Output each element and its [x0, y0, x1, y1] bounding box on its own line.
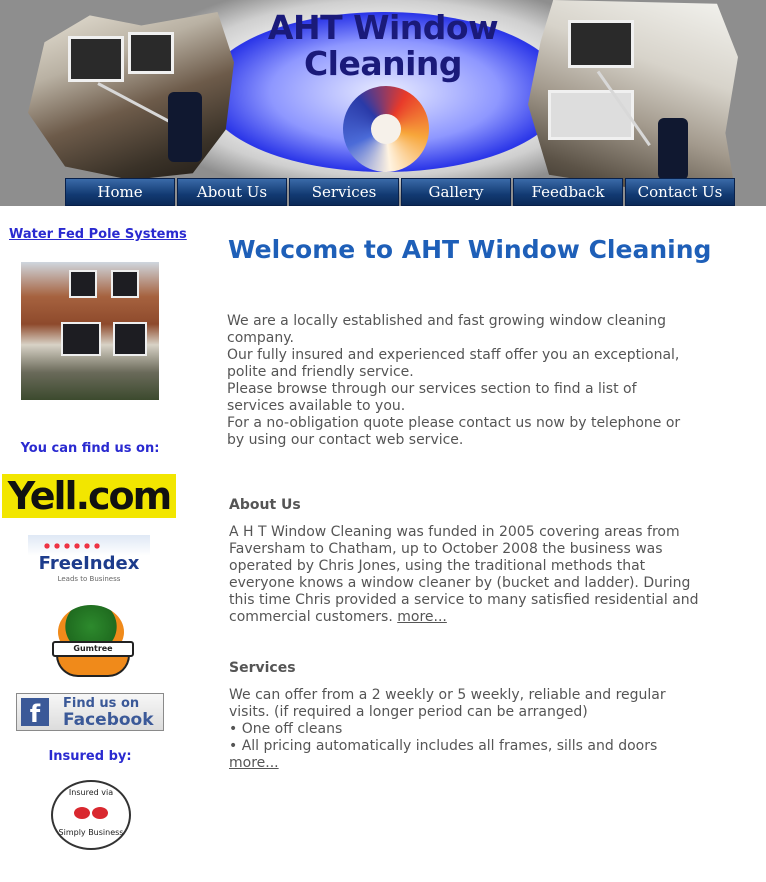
simply-business-seal[interactable]: Insured via Simply Business: [51, 780, 131, 850]
main-nav: Home About Us Services Gallery Feedback …: [65, 178, 735, 206]
photo-window: [69, 270, 97, 298]
intro-line: We are a locally established and fast gr…: [227, 313, 667, 346]
about-body: A H T Window Cleaning was funded in 2005…: [229, 524, 699, 625]
nav-about-us[interactable]: About Us: [177, 178, 287, 206]
intro-text: We are a locally established and fast gr…: [227, 313, 697, 449]
freeindex-logo[interactable]: FreeIndex Leads to Business: [28, 535, 150, 587]
nav-home[interactable]: Home: [65, 178, 175, 206]
yell-logo[interactable]: Yell.com: [2, 474, 176, 518]
water-fed-pole-photo[interactable]: [21, 262, 159, 400]
nav-gallery[interactable]: Gallery: [401, 178, 511, 206]
water-fed-pole-link[interactable]: Water Fed Pole Systems: [9, 227, 187, 242]
about-text: A H T Window Cleaning was funded in 2005…: [229, 524, 699, 626]
services-intro: We can offer from a 2 weekly or 5 weekly…: [229, 687, 666, 720]
insured-heading: Insured by:: [48, 749, 132, 764]
site-title-line1: AHT Window: [267, 8, 499, 47]
nav-contact-us[interactable]: Contact Us: [625, 178, 735, 206]
intro-line: Our fully insured and experienced staff …: [227, 347, 680, 380]
facebook-badge[interactable]: f Find us on Facebook: [16, 693, 164, 731]
about-heading: About Us: [229, 497, 301, 513]
facebook-icon: f: [21, 698, 49, 728]
freeindex-tagline: Leads to Business: [57, 575, 121, 583]
photo-person: [658, 118, 688, 180]
welcome-heading: Welcome to AHT Window Cleaning: [228, 235, 712, 264]
nav-feedback[interactable]: Feedback: [513, 178, 623, 206]
photo-garage-door: [548, 90, 634, 140]
facebook-line2: Facebook: [63, 710, 154, 730]
facebook-line1: Find us on: [63, 696, 140, 711]
photo-window: [61, 322, 101, 356]
header-banner: AHT Window Cleaning: [0, 0, 766, 206]
seal-mark-icon: [53, 804, 129, 823]
services-bullet: • One off cleans: [229, 721, 343, 737]
freeindex-name: FreeIndex: [38, 553, 140, 574]
swirl-logo-icon: [343, 86, 429, 172]
site-title-line2: Cleaning: [303, 44, 463, 83]
gumtree-logo[interactable]: Gumtree: [48, 605, 134, 677]
gumtree-name: Gumtree: [52, 641, 134, 657]
services-heading: Services: [229, 660, 296, 676]
photo-window: [113, 322, 147, 356]
gumtree-base: [56, 655, 130, 677]
seal-top-text: Insured via: [68, 788, 114, 797]
freeindex-dots-icon: [42, 541, 102, 551]
nav-services[interactable]: Services: [289, 178, 399, 206]
services-bullet: • All pricing automatically includes all…: [229, 738, 658, 754]
find-us-heading: You can find us on:: [20, 441, 160, 456]
services-text: We can offer from a 2 weekly or 5 weekly…: [229, 687, 699, 772]
seal-bottom-text: Simply Business: [58, 828, 124, 837]
intro-line: For a no-obligation quote please contact…: [227, 415, 681, 448]
about-more-link[interactable]: more...: [397, 609, 447, 625]
photo-window: [111, 270, 139, 298]
intro-line: Please browse through our services secti…: [227, 381, 637, 414]
photo-person: [168, 92, 202, 162]
services-more-link[interactable]: more...: [229, 755, 279, 771]
